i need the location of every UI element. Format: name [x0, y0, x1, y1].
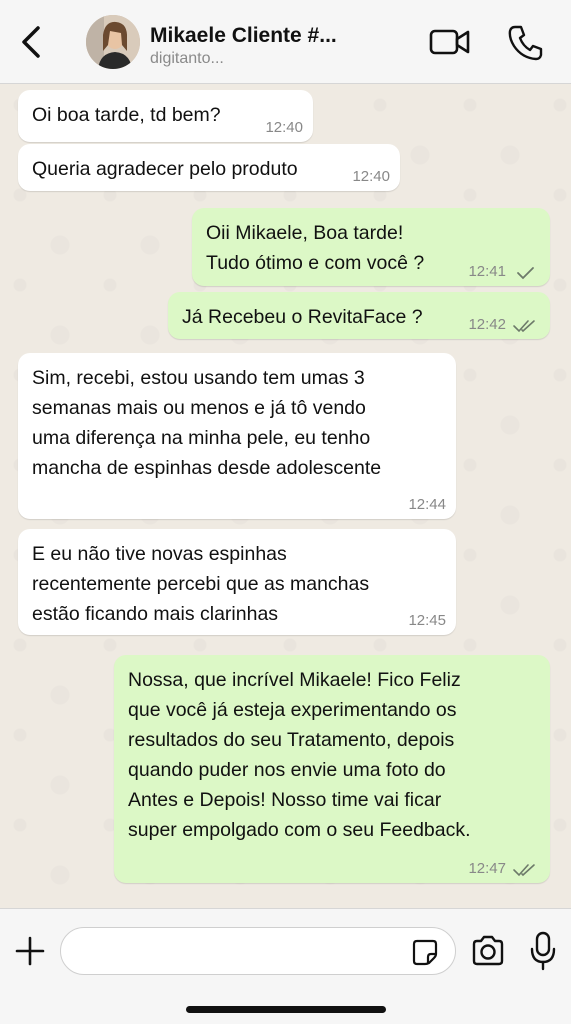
message-bubble[interactable]: Já Recebeu o RevitaFace ? 12:42 [168, 292, 550, 339]
double-check-icon [513, 864, 535, 877]
message-time: 12:47 [468, 860, 506, 877]
camera-icon [472, 935, 504, 966]
plus-icon [15, 936, 45, 966]
phone-icon [508, 25, 543, 61]
sticker-icon [412, 939, 438, 966]
back-button[interactable] [18, 22, 48, 62]
message-composer [0, 908, 571, 1024]
camera-button[interactable] [470, 933, 506, 969]
message-text: E eu não tive novas espinhas recentement… [32, 543, 370, 625]
message-input[interactable] [77, 928, 407, 972]
message-text: Queria agradecer pelo produto [32, 158, 298, 180]
chat-header: Mikaele Cliente #... digitanto... [0, 0, 571, 84]
message-time: 12:40 [352, 168, 390, 185]
microphone-icon [530, 931, 556, 971]
voice-call-button[interactable] [506, 22, 544, 62]
typing-status: digitanto... [150, 50, 224, 67]
message-time: 12:44 [408, 496, 446, 513]
message-input-container[interactable] [60, 927, 456, 975]
contact-name[interactable]: Mikaele Cliente #... [150, 24, 365, 48]
message-text: Sim, recebi, estou usando tem umas 3 sem… [32, 367, 382, 479]
message-bubble[interactable]: Oi boa tarde, td bem? 12:40 [18, 90, 313, 142]
home-indicator[interactable] [186, 1006, 386, 1013]
message-text: Oi boa tarde, td bem? [32, 104, 221, 126]
single-check-icon [517, 267, 534, 280]
avatar[interactable] [86, 15, 140, 69]
sticker-button[interactable] [411, 938, 439, 966]
double-check-icon [513, 320, 535, 333]
message-time: 12:41 [468, 263, 506, 280]
video-camera-icon [429, 29, 470, 55]
message-text: Nossa, que incrível Mikaele! Fico Feliz … [128, 669, 471, 841]
message-bubble[interactable]: Oii Mikaele, Boa tarde! Tudo ótimo e com… [192, 208, 550, 286]
message-bubble[interactable]: Queria agradecer pelo produto 12:40 [18, 144, 400, 191]
video-call-button[interactable] [428, 24, 472, 60]
microphone-button[interactable] [528, 929, 558, 973]
chevron-left-icon [22, 26, 40, 58]
message-bubble[interactable]: Nossa, que incrível Mikaele! Fico Feliz … [114, 655, 550, 883]
message-bubble[interactable]: Sim, recebi, estou usando tem umas 3 sem… [18, 353, 456, 519]
message-time: 12:45 [408, 612, 446, 629]
attach-button[interactable] [14, 935, 46, 967]
message-bubble[interactable]: E eu não tive novas espinhas recentement… [18, 529, 456, 635]
message-list[interactable]: Oi boa tarde, td bem? 12:40 Queria agrad… [0, 85, 571, 908]
message-time: 12:40 [265, 119, 303, 136]
message-time: 12:42 [468, 316, 506, 333]
